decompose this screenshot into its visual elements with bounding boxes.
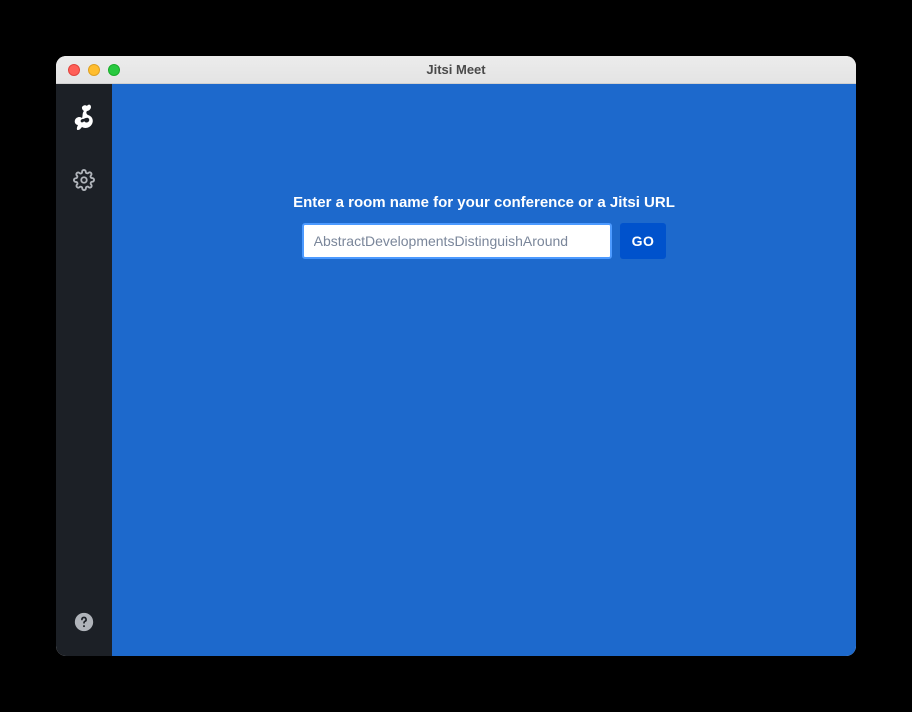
minimize-window-button[interactable] xyxy=(88,64,100,76)
go-button[interactable]: GO xyxy=(620,223,667,259)
window-title: Jitsi Meet xyxy=(56,62,856,77)
window-controls xyxy=(56,64,120,76)
gear-icon[interactable] xyxy=(70,166,98,194)
main-content: Enter a room name for your conference or… xyxy=(112,84,856,656)
jitsi-logo-icon[interactable] xyxy=(68,104,100,136)
titlebar: Jitsi Meet xyxy=(56,56,856,84)
sidebar-top xyxy=(68,104,100,194)
app-body: Enter a room name for your conference or… xyxy=(56,84,856,656)
sidebar xyxy=(56,84,112,656)
help-icon[interactable] xyxy=(70,608,98,636)
room-prompt-label: Enter a room name for your conference or… xyxy=(293,194,675,211)
room-name-input[interactable] xyxy=(302,223,612,259)
app-window: Jitsi Meet xyxy=(56,56,856,656)
room-input-row: GO xyxy=(302,223,667,259)
close-window-button[interactable] xyxy=(68,64,80,76)
maximize-window-button[interactable] xyxy=(108,64,120,76)
